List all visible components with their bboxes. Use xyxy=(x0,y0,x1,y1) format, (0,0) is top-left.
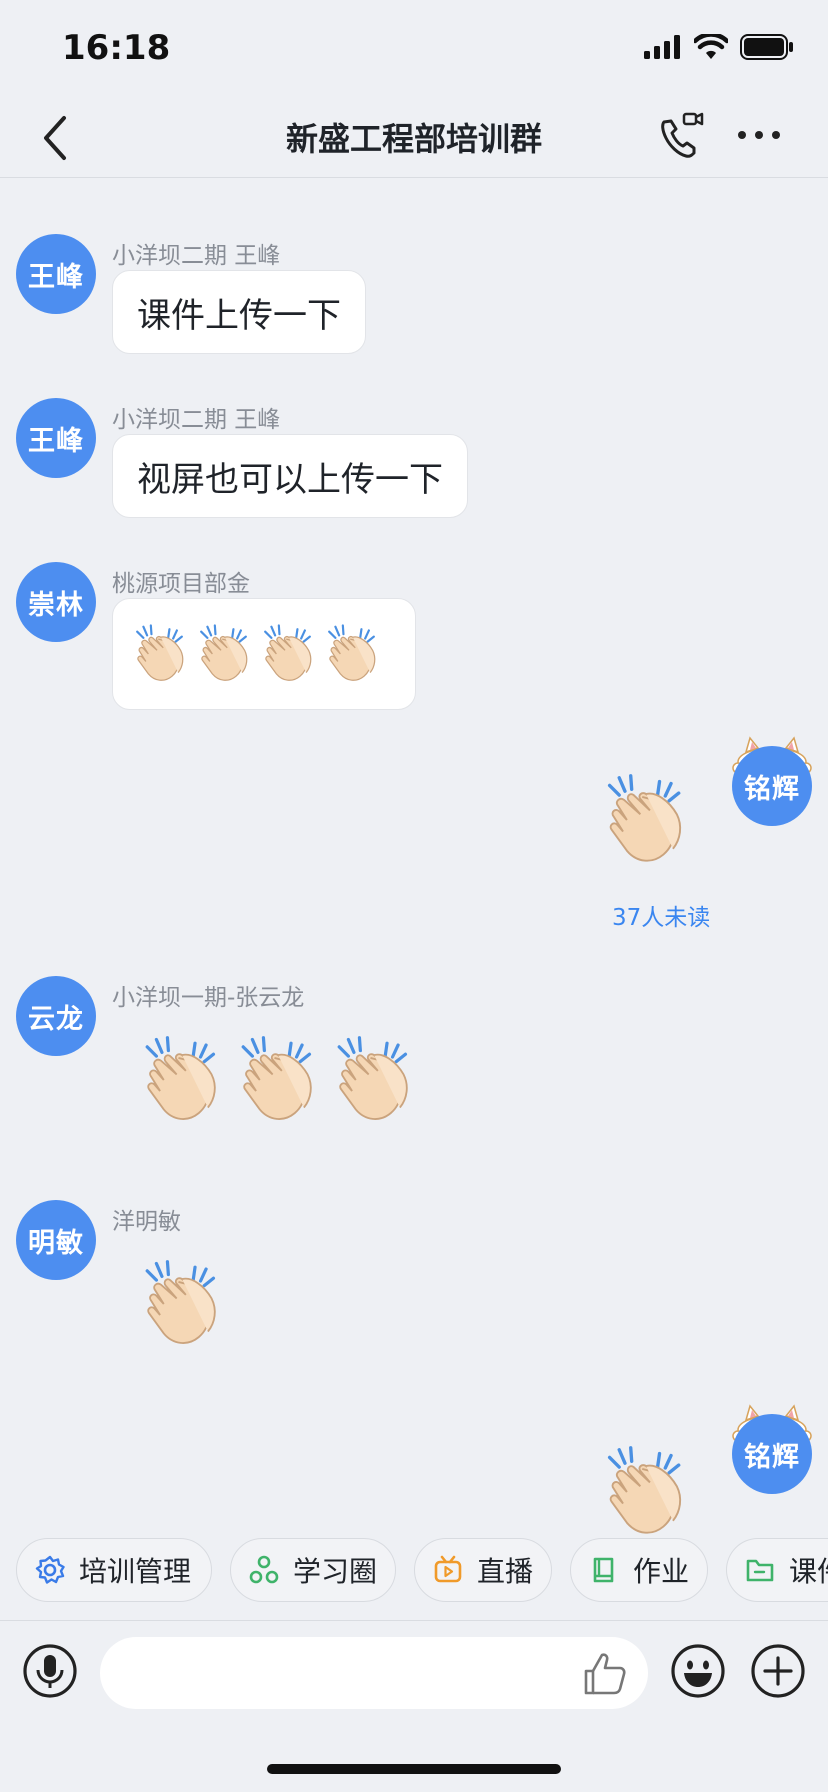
microphone-icon[interactable] xyxy=(22,1643,78,1699)
clapping-hands-icon xyxy=(337,1036,409,1121)
sender-name: 小洋坝二期 王峰 xyxy=(112,243,281,269)
status-icons xyxy=(644,34,794,60)
avatar[interactable]: 铭辉 xyxy=(732,746,812,826)
chip-courseware[interactable]: 课件 xyxy=(726,1538,828,1602)
emoji-message[interactable] xyxy=(138,1034,422,1126)
quick-actions-bar: 培训管理 学习圈 直播 作业 课件 xyxy=(0,1538,828,1610)
folder-icon xyxy=(746,1559,774,1582)
clapping-hands-icon[interactable] xyxy=(600,1444,696,1540)
chip-study-circle[interactable]: 学习圈 xyxy=(230,1538,396,1602)
sender-name: 小洋坝一期-张云龙 xyxy=(112,985,305,1011)
message-bubble[interactable]: 视屏也可以上传一下 xyxy=(112,434,468,518)
sender-name: 洋明敏 xyxy=(112,1209,181,1235)
avatar[interactable]: 明敏 xyxy=(16,1200,96,1280)
chip-label: 作业 xyxy=(633,1555,690,1588)
avatar[interactable]: 王峰 xyxy=(16,234,96,314)
phone-video-icon[interactable] xyxy=(656,108,706,164)
clapping-hands-icon xyxy=(328,624,376,682)
chip-training-management[interactable]: 培训管理 xyxy=(16,1538,212,1602)
avatar[interactable]: 云龙 xyxy=(16,976,96,1056)
thumbs-up-icon[interactable] xyxy=(580,1649,630,1699)
sender-name: 小洋坝二期 王峰 xyxy=(112,407,281,433)
avatar[interactable]: 王峰 xyxy=(16,398,96,478)
book-icon xyxy=(593,1557,614,1583)
avatar[interactable]: 铭辉 xyxy=(732,1414,812,1494)
status-bar: 16:18 xyxy=(0,0,828,100)
more-icon[interactable] xyxy=(734,120,784,150)
chip-label: 学习圈 xyxy=(293,1555,378,1588)
message-input[interactable] xyxy=(100,1637,648,1709)
gear-icon xyxy=(35,1555,65,1584)
clapping-hands-icon xyxy=(136,624,184,682)
plus-icon[interactable] xyxy=(750,1643,806,1699)
clapping-hands-icon xyxy=(264,624,312,682)
chip-label: 课件 xyxy=(789,1555,828,1588)
unread-count[interactable]: 37人未读 xyxy=(612,898,710,932)
tv-play-icon xyxy=(434,1555,462,1583)
signal-icon xyxy=(644,35,680,59)
chip-label: 培训管理 xyxy=(79,1555,192,1588)
clapping-hands-icon[interactable] xyxy=(600,772,696,868)
nav-bar: 新盛工程部培训群 xyxy=(0,100,828,178)
clapping-hands-icon xyxy=(200,624,248,682)
avatar[interactable]: 崇林 xyxy=(16,562,96,642)
clapping-hands-icon[interactable] xyxy=(138,1258,230,1350)
status-time: 16:18 xyxy=(62,28,171,68)
chip-label: 直播 xyxy=(477,1555,534,1588)
home-indicator xyxy=(267,1764,561,1774)
clapping-hands-icon xyxy=(241,1036,313,1121)
wifi-icon xyxy=(694,34,728,59)
chip-live[interactable]: 直播 xyxy=(414,1538,552,1602)
message-bubble[interactable] xyxy=(112,598,416,710)
circle-nodes-icon xyxy=(249,1555,279,1584)
message-bubble[interactable]: 课件上传一下 xyxy=(112,270,366,354)
chip-homework[interactable]: 作业 xyxy=(570,1538,708,1602)
sender-name: 桃源项目部金 xyxy=(112,571,250,597)
clapping-hands-icon xyxy=(145,1036,217,1121)
battery-icon xyxy=(740,34,793,60)
emoji-face-icon[interactable] xyxy=(670,1643,726,1699)
